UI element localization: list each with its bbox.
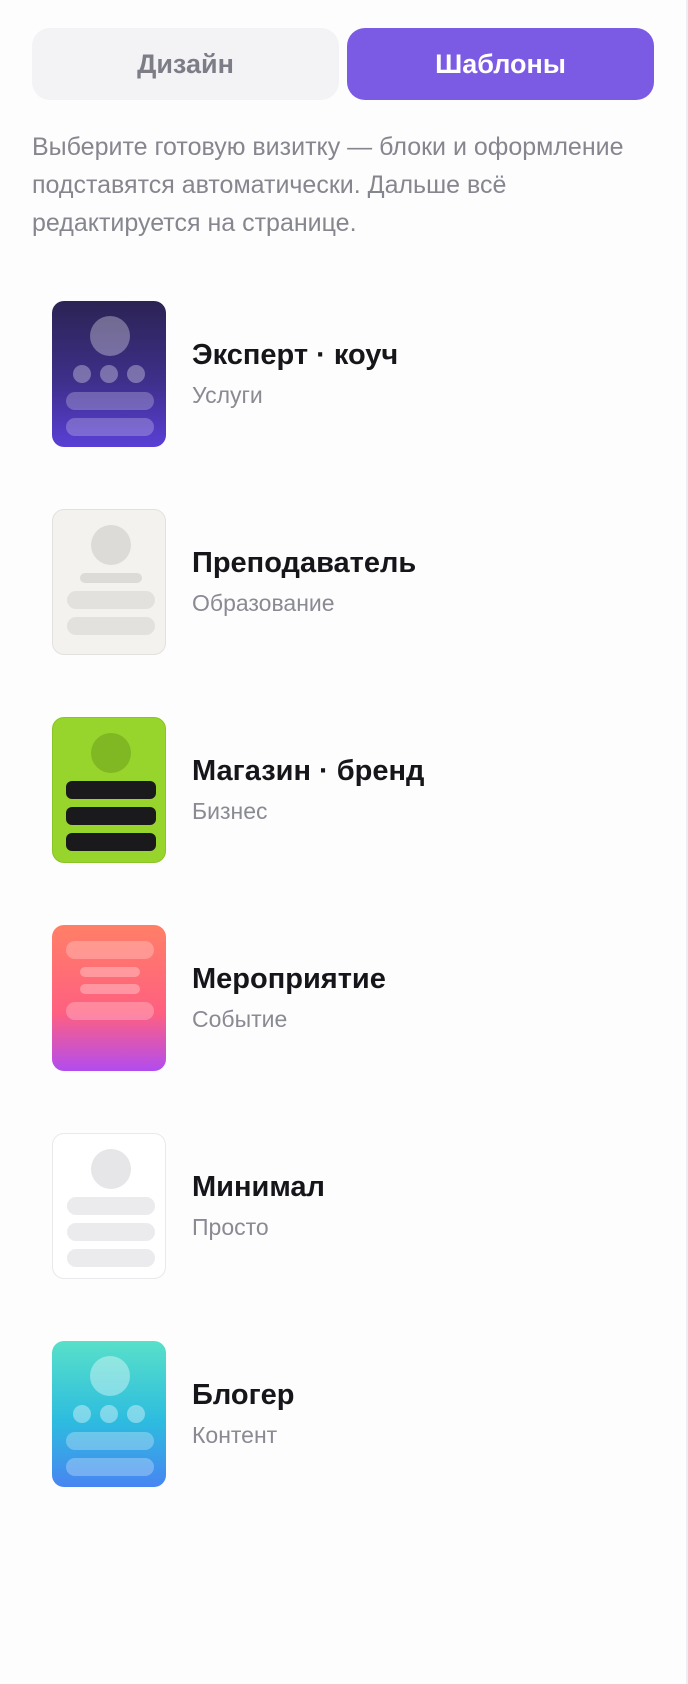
- thumbnail-dot: [127, 365, 145, 383]
- template-thumbnail-teacher: [52, 509, 166, 655]
- template-item-minimal[interactable]: Минимал Просто: [52, 1132, 652, 1280]
- template-subtitle: Событие: [192, 1006, 288, 1032]
- template-subtitle: Контент: [192, 1422, 278, 1448]
- template-item-blogger[interactable]: Блогер Контент: [52, 1340, 652, 1488]
- thumbnail-dot: [127, 1405, 145, 1423]
- thumbnail-avatar: [90, 316, 130, 356]
- thumbnail-bar: [66, 392, 154, 410]
- thumbnail-dot: [100, 1405, 118, 1423]
- thumbnail-bar: [67, 1223, 155, 1241]
- thumbnail-dot: [73, 365, 91, 383]
- thumbnail-line: [80, 573, 142, 583]
- thumbnail-bar: [67, 1197, 155, 1215]
- thumbnail-avatar: [91, 525, 131, 565]
- template-thumbnail-minimal: [52, 1133, 166, 1279]
- template-title: Эксперт · коуч: [192, 339, 399, 371]
- thumbnail-bar: [66, 1458, 154, 1476]
- thumbnail-dot: [100, 365, 118, 383]
- template-item-shop[interactable]: Магазин · бренд Бизнес: [52, 716, 652, 864]
- thumbnail-dot: [73, 1405, 91, 1423]
- thumbnail-bar: [66, 833, 156, 851]
- intro-text: Выберите готовую визитку — блоки и оформ…: [32, 133, 624, 237]
- template-list: Эксперт · коуч Услуги Преподаватель Обра…: [52, 300, 652, 1548]
- template-thumbnail-event: [52, 925, 166, 1071]
- tab-design[interactable]: Дизайн: [32, 28, 339, 100]
- thumbnail-line: [80, 967, 140, 977]
- thumbnail-avatar: [90, 1356, 130, 1396]
- template-subtitle: Просто: [192, 1214, 269, 1240]
- template-item-teacher[interactable]: Преподаватель Образование: [52, 508, 652, 656]
- thumbnail-bar: [66, 941, 154, 959]
- template-subtitle: Услуги: [192, 382, 263, 408]
- template-title: Магазин · бренд: [192, 755, 425, 787]
- thumbnail-bar: [67, 1249, 155, 1267]
- template-title: Мероприятие: [192, 963, 386, 995]
- thumbnail-avatar: [91, 733, 131, 773]
- thumbnail-bar: [66, 1432, 154, 1450]
- thumbnail-bar: [67, 591, 155, 609]
- template-thumbnail-blogger: [52, 1341, 166, 1487]
- template-title: Преподаватель: [192, 547, 417, 579]
- thumbnail-bar: [67, 617, 155, 635]
- template-subtitle: Образование: [192, 590, 335, 616]
- template-title: Блогер: [192, 1379, 295, 1411]
- template-thumbnail-shop: [52, 717, 166, 863]
- template-title: Минимал: [192, 1171, 325, 1203]
- thumbnail-bar: [66, 807, 156, 825]
- thumbnail-bar: [66, 418, 154, 436]
- tab-templates[interactable]: Шаблоны: [347, 28, 654, 100]
- thumbnail-bar: [66, 1002, 154, 1020]
- template-item-expert[interactable]: Эксперт · коуч Услуги: [52, 300, 652, 448]
- thumbnail-bar: [66, 781, 156, 799]
- template-thumbnail-expert: [52, 301, 166, 447]
- mode-tabs: Дизайн Шаблоны: [32, 28, 654, 100]
- template-item-event[interactable]: Мероприятие Событие: [52, 924, 652, 1072]
- thumbnail-line: [80, 984, 140, 994]
- template-subtitle: Бизнес: [192, 798, 268, 824]
- thumbnail-avatar: [91, 1149, 131, 1189]
